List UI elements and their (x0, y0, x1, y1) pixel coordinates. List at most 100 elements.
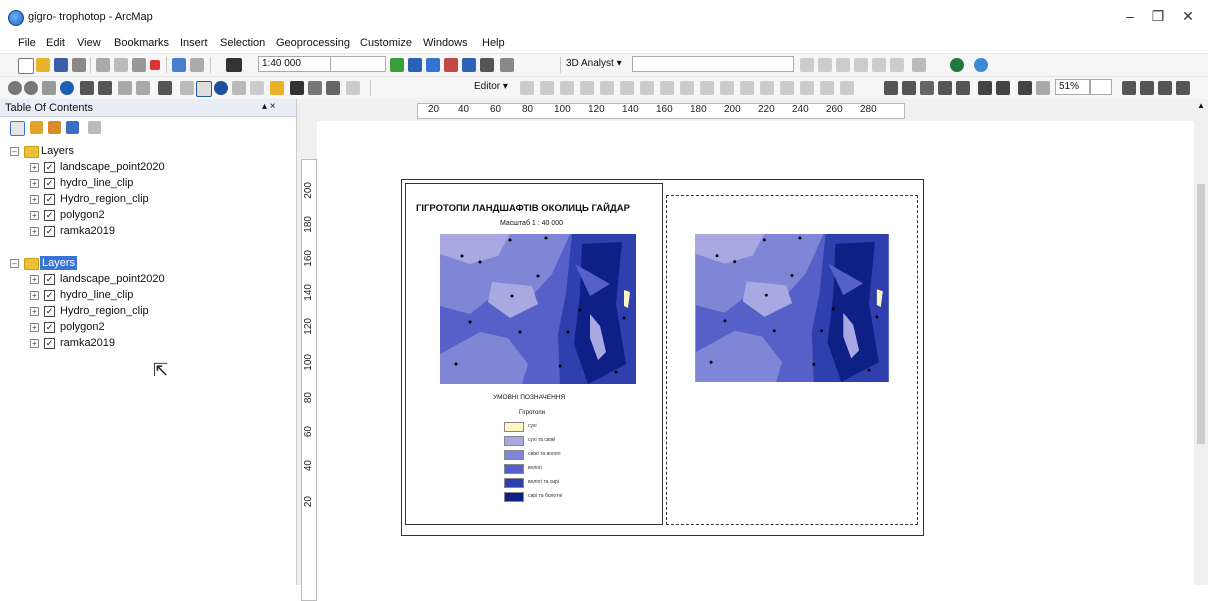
layout-zoom-dropdown[interactable] (1090, 79, 1112, 95)
3d-tool-icon[interactable] (872, 58, 886, 72)
expand-icon[interactable]: + (30, 227, 39, 236)
fixed-zoom-out-layout-icon[interactable] (996, 81, 1010, 95)
layer-visibility-checkbox[interactable]: ✓ (44, 162, 55, 173)
catalog-icon[interactable] (426, 58, 440, 72)
expand-icon[interactable]: + (30, 275, 39, 284)
copy-icon[interactable] (114, 58, 128, 72)
toc-options-icon[interactable] (88, 121, 101, 134)
paste-icon[interactable] (132, 58, 146, 72)
hygrotope-map-copy[interactable] (695, 234, 889, 382)
vertical-scrollbar[interactable]: ▲ (1194, 99, 1208, 585)
zoom-100-percent-icon[interactable] (956, 81, 970, 95)
expand-icon[interactable]: + (30, 211, 39, 220)
clear-selection-icon[interactable] (180, 81, 194, 95)
layer-row[interactable]: + ✓ Hydro_region_clip (0, 304, 296, 320)
hygrotope-map[interactable] (440, 234, 636, 384)
layer-visibility-checkbox[interactable]: ✓ (44, 290, 55, 301)
collapse-icon[interactable]: – (10, 147, 19, 156)
menu-insert[interactable]: Insert (180, 37, 208, 49)
editor-toolbar-icon[interactable] (390, 58, 404, 72)
delete-icon[interactable] (150, 60, 160, 70)
go-to-xy-icon[interactable] (326, 81, 340, 95)
3d-tool-icon[interactable] (800, 58, 814, 72)
expand-icon[interactable]: + (30, 195, 39, 204)
list-by-visibility-icon[interactable] (48, 121, 61, 134)
layer-visibility-checkbox[interactable]: ✓ (44, 274, 55, 285)
expand-icon[interactable]: + (30, 179, 39, 188)
edit-tool-icon[interactable] (780, 81, 794, 95)
close-icon[interactable]: ✕ (1176, 6, 1200, 26)
open-folder-icon[interactable] (36, 58, 50, 72)
menu-geoprocessing[interactable]: Geoprocessing (276, 37, 350, 49)
layer-row[interactable]: + ✓ hydro_line_clip (0, 288, 296, 304)
layout-view[interactable]: 20 40 60 80 100 120 140 160 180 200 220 … (297, 99, 1208, 601)
previous-extent-layout-icon[interactable] (1018, 81, 1032, 95)
list-by-source-icon[interactable] (30, 121, 43, 134)
layer-row[interactable]: + ✓ Hydro_region_clip (0, 192, 296, 208)
menu-bookmarks[interactable]: Bookmarks (114, 37, 169, 49)
forward-extent-icon[interactable] (136, 81, 150, 95)
3d-analyst-layer-dropdown[interactable] (632, 56, 794, 72)
model-builder-icon[interactable] (500, 58, 514, 72)
expand-icon[interactable]: + (30, 323, 39, 332)
layer-row[interactable]: + ✓ polygon2 (0, 208, 296, 224)
edit-tool-icon[interactable] (600, 81, 614, 95)
layer-visibility-checkbox[interactable]: ✓ (44, 338, 55, 349)
find-icon[interactable] (290, 81, 304, 95)
arctoolbox-icon[interactable] (462, 58, 476, 72)
edit-tool-icon[interactable] (680, 81, 694, 95)
edit-tool-icon[interactable] (520, 81, 534, 95)
fixed-zoom-out-icon[interactable] (98, 81, 112, 95)
edit-tool-icon[interactable] (700, 81, 714, 95)
identify-icon[interactable] (214, 81, 228, 95)
menu-selection[interactable]: Selection (220, 37, 265, 49)
3d-tool-icon[interactable] (836, 58, 850, 72)
edit-tool-icon[interactable] (580, 81, 594, 95)
full-extent-icon[interactable] (60, 81, 74, 95)
fixed-zoom-in-icon[interactable] (80, 81, 94, 95)
arcglobe-icon[interactable] (950, 58, 964, 72)
expand-icon[interactable]: + (30, 163, 39, 172)
layer-row[interactable]: + ✓ hydro_line_clip (0, 176, 296, 192)
python-window-icon[interactable] (480, 58, 494, 72)
measure-icon[interactable] (270, 81, 284, 95)
layout-zoom-out-icon[interactable] (902, 81, 916, 95)
scrollbar-thumb[interactable] (1197, 184, 1205, 444)
time-slider-icon[interactable] (346, 81, 360, 95)
list-by-drawing-order-icon[interactable] (10, 121, 25, 136)
back-extent-icon[interactable] (118, 81, 132, 95)
minimize-icon[interactable]: – (1118, 6, 1142, 26)
edit-tool-icon[interactable] (640, 81, 654, 95)
layer-row[interactable]: + ✓ landscape_point2020 (0, 160, 296, 176)
expand-icon[interactable]: + (30, 339, 39, 348)
select-elements-icon[interactable] (196, 81, 212, 97)
change-layout-icon[interactable] (1158, 81, 1172, 95)
zoom-whole-page-icon[interactable] (938, 81, 952, 95)
profile-graph-icon[interactable] (912, 58, 926, 72)
layer-visibility-checkbox[interactable]: ✓ (44, 322, 55, 333)
layer-visibility-checkbox[interactable]: ✓ (44, 226, 55, 237)
edit-tool-icon[interactable] (740, 81, 754, 95)
layer-row[interactable]: + ✓ ramka2019 (0, 224, 296, 240)
toc-pin-close[interactable]: ▴ × (262, 101, 276, 112)
arcscene-icon[interactable] (974, 58, 988, 72)
toggle-draft-mode-icon[interactable] (1122, 81, 1136, 95)
redo-icon[interactable] (190, 58, 204, 72)
menu-help[interactable]: Help (482, 37, 505, 49)
edit-tool-icon[interactable] (760, 81, 774, 95)
save-icon[interactable] (54, 58, 68, 72)
3d-tool-icon[interactable] (818, 58, 832, 72)
scroll-up-icon[interactable]: ▲ (1197, 101, 1205, 110)
focus-data-frame-icon[interactable] (1140, 81, 1154, 95)
menu-file[interactable]: File (18, 37, 36, 49)
layout-zoom-in-icon[interactable] (884, 81, 898, 95)
layer-visibility-checkbox[interactable]: ✓ (44, 178, 55, 189)
data-frame-layers-2[interactable]: – Layers (0, 256, 296, 272)
menu-view[interactable]: View (77, 37, 101, 49)
pan-icon[interactable] (42, 81, 56, 95)
search-window-icon[interactable] (444, 58, 458, 72)
main-map-frame[interactable]: ГІГРОТОПИ ЛАНДШАФТІВ ОКОЛИЦЬ ГАЙДАР Масш… (405, 183, 663, 525)
hyperlink-icon[interactable] (232, 81, 246, 95)
data-frame-layers-1[interactable]: – Layers (0, 144, 296, 160)
edit-tool-icon[interactable] (840, 81, 854, 95)
